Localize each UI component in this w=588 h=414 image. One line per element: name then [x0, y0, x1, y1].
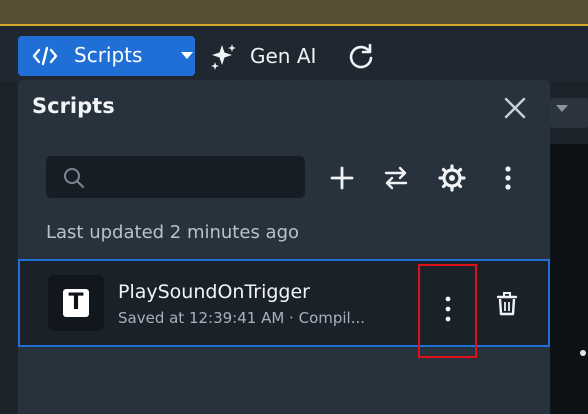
script-name: PlaySoundOnTrigger	[118, 281, 310, 303]
add-icon[interactable]	[328, 164, 356, 192]
scripts-button-label: Scripts	[74, 43, 143, 67]
script-list-item[interactable]: T PlaySoundOnTrigger Saved at 12:39:41 A…	[18, 259, 550, 358]
chevron-down-icon[interactable]	[556, 105, 568, 112]
top-strip	[0, 0, 588, 26]
gen-ai-label: Gen AI	[250, 44, 317, 68]
scripts-panel: Scripts Last updated 2 minutes ago T Pla…	[18, 80, 550, 414]
scripts-button[interactable]: Scripts	[18, 36, 195, 76]
delete-icon[interactable]	[496, 291, 518, 317]
viewport-area	[550, 144, 588, 414]
script-type-letter: T	[63, 289, 89, 317]
swap-icon[interactable]	[382, 164, 410, 192]
close-icon[interactable]	[502, 95, 528, 121]
search-icon	[64, 168, 84, 188]
search-input[interactable]	[98, 164, 293, 190]
settings-icon[interactable]	[438, 164, 466, 192]
script-status: Saved at 12:39:41 AM · Compil...	[118, 309, 366, 327]
sparkle-icon	[211, 44, 236, 70]
more-vertical-icon[interactable]	[494, 164, 522, 192]
panel-title: Scripts	[32, 94, 115, 118]
more-vertical-icon	[445, 296, 451, 322]
refresh-icon[interactable]	[346, 42, 376, 72]
code-icon	[32, 46, 58, 66]
viewport-dot	[580, 350, 586, 356]
left-background	[0, 82, 18, 414]
search-box[interactable]	[46, 156, 305, 198]
gen-ai-button[interactable]: Gen AI	[208, 40, 316, 72]
dropdown-segment[interactable]	[550, 98, 588, 128]
chevron-down-icon[interactable]	[181, 52, 193, 59]
last-updated-text: Last updated 2 minutes ago	[46, 222, 300, 243]
viewport-edge	[550, 82, 588, 414]
script-more-options-button[interactable]	[418, 264, 477, 358]
script-file-icon: T	[48, 275, 104, 331]
